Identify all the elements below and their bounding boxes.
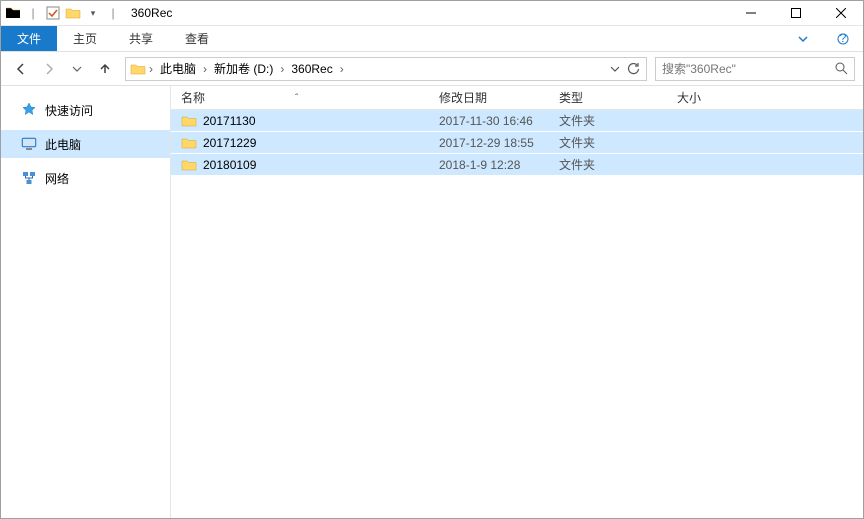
chevron-right-icon[interactable]: › — [202, 62, 208, 76]
chevron-right-icon[interactable]: › — [148, 62, 154, 76]
monitor-icon — [21, 136, 37, 152]
chevron-right-icon[interactable]: › — [339, 62, 345, 76]
table-row[interactable]: 20180109 2018-1-9 12:28 文件夹 — [171, 154, 863, 176]
ribbon-spacer — [225, 26, 783, 51]
table-row[interactable]: 20171229 2017-12-29 18:55 文件夹 — [171, 132, 863, 154]
file-date: 2017-11-30 16:46 — [429, 114, 549, 128]
column-headers: 名称 ˆ 修改日期 类型 大小 — [171, 86, 863, 110]
search-input[interactable]: 搜索"360Rec" — [655, 57, 855, 81]
up-button[interactable] — [93, 57, 117, 81]
title-divider-icon: | — [25, 5, 41, 21]
window-controls — [728, 1, 863, 26]
column-header-date[interactable]: 修改日期 — [429, 89, 549, 106]
folder-icon — [181, 113, 197, 129]
sidebar-item-quick-access[interactable]: 快速访问 — [1, 96, 170, 124]
sidebar-item-this-pc[interactable]: 此电脑 — [1, 130, 170, 158]
close-button[interactable] — [818, 1, 863, 26]
tab-share[interactable]: 共享 — [113, 26, 169, 51]
file-type: 文件夹 — [549, 156, 667, 173]
help-button[interactable]: ? — [823, 26, 863, 51]
file-name: 20180109 — [203, 158, 256, 172]
sidebar-item-network[interactable]: 网络 — [1, 164, 170, 192]
folder-icon — [5, 5, 21, 21]
sort-caret-icon: ˆ — [295, 93, 298, 104]
column-header-name[interactable]: 名称 ˆ — [171, 89, 429, 106]
chevron-right-icon[interactable]: › — [279, 62, 285, 76]
column-header-size[interactable]: 大小 — [667, 89, 747, 106]
forward-button[interactable] — [37, 57, 61, 81]
search-placeholder: 搜索"360Rec" — [662, 60, 736, 77]
title-divider2-icon: | — [105, 5, 121, 21]
breadcrumb-folder[interactable]: 360Rec — [287, 58, 336, 80]
folder-icon — [181, 135, 197, 151]
ribbon-expand-button[interactable] — [783, 26, 823, 51]
address-dropdown-icon[interactable] — [610, 64, 620, 74]
address-bar[interactable]: › 此电脑 › 新加卷 (D:) › 360Rec › — [125, 57, 647, 81]
checkbox-select-icon[interactable] — [45, 5, 61, 21]
tab-home[interactable]: 主页 — [57, 26, 113, 51]
breadcrumb-this-pc[interactable]: 此电脑 — [156, 58, 200, 80]
sidebar: 快速访问 此电脑 网络 — [1, 86, 171, 518]
svg-text:?: ? — [840, 33, 847, 45]
address-tools — [610, 62, 642, 76]
refresh-button[interactable] — [626, 62, 640, 76]
sidebar-item-label: 网络 — [45, 170, 69, 187]
column-header-label: 名称 — [181, 91, 205, 105]
window-title: 360Rec — [131, 6, 172, 20]
minimize-button[interactable] — [728, 1, 773, 26]
ribbon-tabs: 文件 主页 共享 查看 ? — [1, 26, 863, 52]
search-icon[interactable] — [835, 62, 848, 75]
maximize-button[interactable] — [773, 1, 818, 26]
column-header-type[interactable]: 类型 — [549, 89, 667, 106]
title-bar: | ▾ | 360Rec — [1, 1, 863, 26]
breadcrumb-drive[interactable]: 新加卷 (D:) — [210, 58, 277, 80]
file-date: 2017-12-29 18:55 — [429, 136, 549, 150]
tab-file[interactable]: 文件 — [1, 26, 57, 51]
file-name: 20171130 — [203, 114, 256, 128]
title-bar-left: | ▾ | 360Rec — [1, 5, 172, 21]
recent-locations-button[interactable] — [65, 57, 89, 81]
table-row[interactable]: 20171130 2017-11-30 16:46 文件夹 — [171, 110, 863, 132]
address-folder-icon — [130, 61, 146, 77]
file-type: 文件夹 — [549, 112, 667, 129]
folder-small-icon — [65, 5, 81, 21]
nav-row: › 此电脑 › 新加卷 (D:) › 360Rec › 搜索"360Rec" — [1, 52, 863, 86]
back-button[interactable] — [9, 57, 33, 81]
sidebar-item-label: 快速访问 — [45, 102, 93, 119]
star-icon — [21, 102, 37, 118]
file-date: 2018-1-9 12:28 — [429, 158, 549, 172]
tab-view[interactable]: 查看 — [169, 26, 225, 51]
file-type: 文件夹 — [549, 134, 667, 151]
file-list: 20171130 2017-11-30 16:46 文件夹 20171229 2… — [171, 110, 863, 176]
folder-icon — [181, 157, 197, 173]
dropdown-icon[interactable]: ▾ — [85, 5, 101, 21]
sidebar-item-label: 此电脑 — [45, 136, 81, 153]
body-split: 快速访问 此电脑 网络 名称 ˆ 修改日期 类型 大小 20171130 — [1, 86, 863, 518]
main-panel: 名称 ˆ 修改日期 类型 大小 20171130 2017-11-30 16:4… — [171, 86, 863, 518]
file-name: 20171229 — [203, 136, 256, 150]
network-icon — [21, 170, 37, 186]
